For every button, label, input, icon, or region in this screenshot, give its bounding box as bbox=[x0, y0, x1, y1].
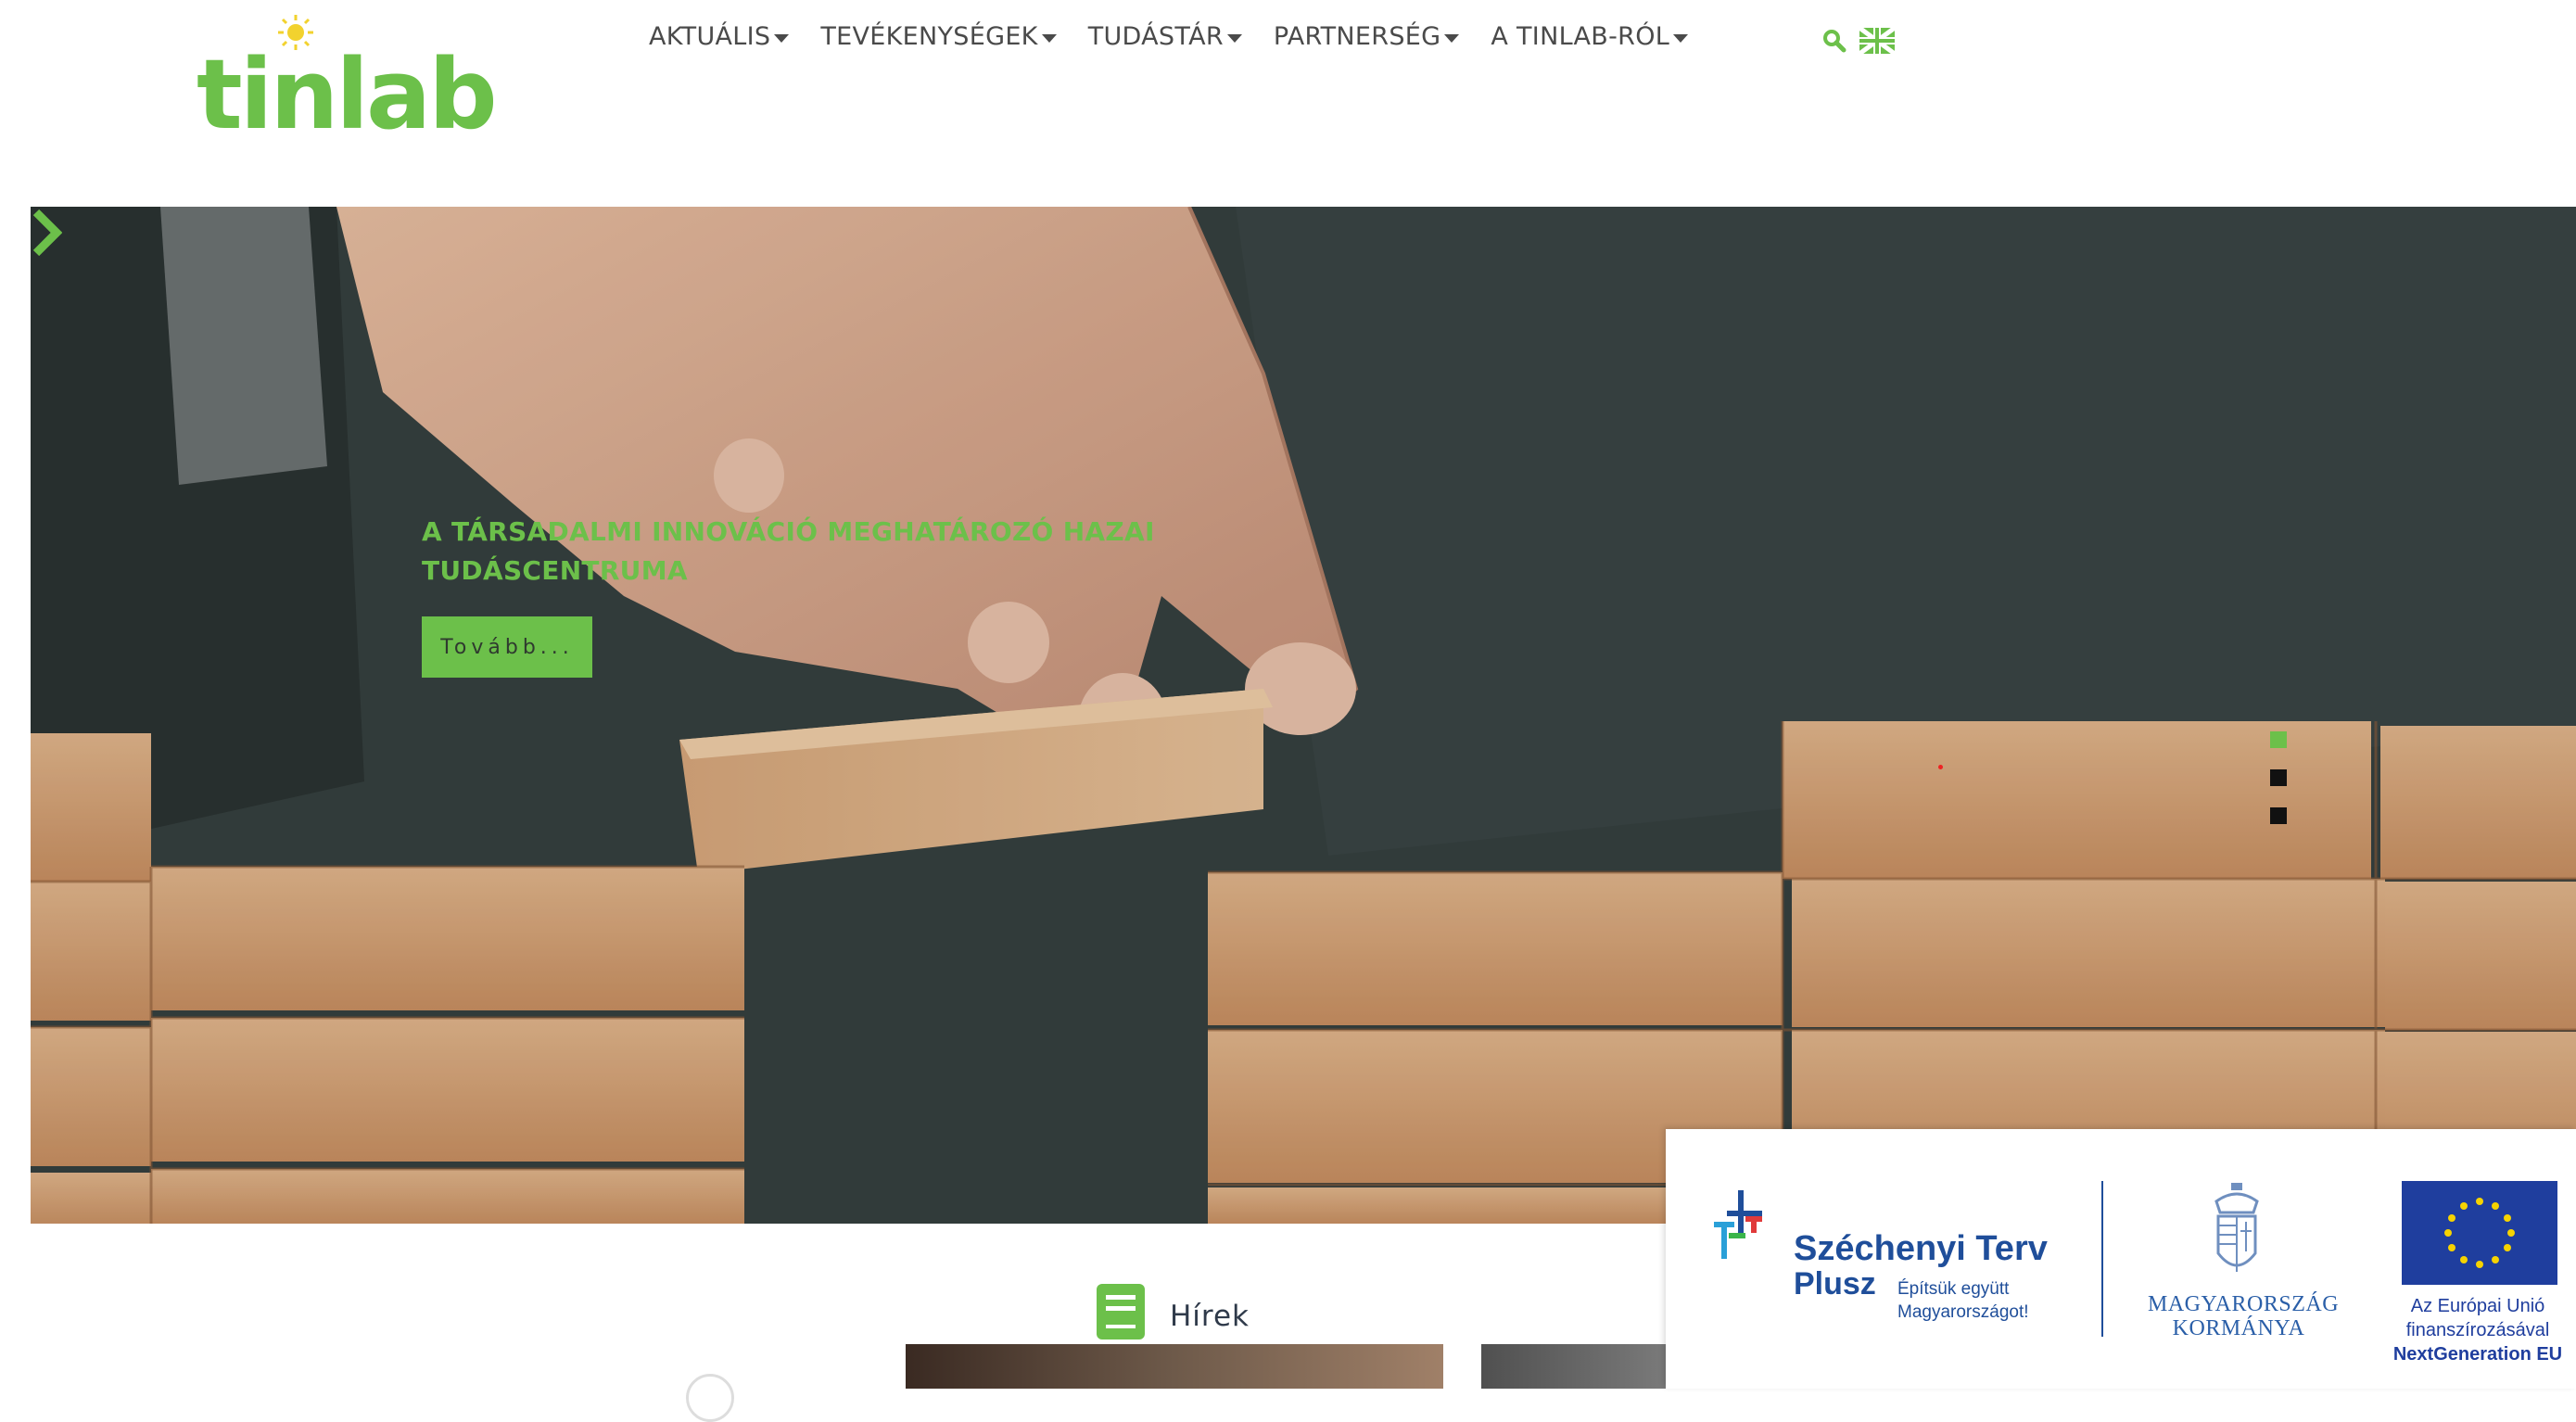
caret-down-icon bbox=[1444, 34, 1460, 43]
nav-item-aktualis[interactable]: AKTUÁLIS bbox=[649, 22, 790, 51]
eu-flag-icon bbox=[2402, 1181, 2557, 1285]
caret-down-icon bbox=[1041, 34, 1057, 43]
szechenyi-tagline: Építsük együtt Magyarországot! bbox=[1897, 1277, 2083, 1324]
eu-line2: finanszírozásával bbox=[2405, 1320, 2550, 1340]
nav-label: AKTUÁLIS bbox=[649, 22, 771, 51]
hero-slider: A TÁRSADALMI INNOVÁCIÓ MEGHATÁROZÓ HAZAI… bbox=[31, 207, 2576, 1224]
tinlab-logo[interactable]: tinlab bbox=[197, 15, 523, 159]
slider-dot-3[interactable] bbox=[2270, 807, 2287, 824]
more-button[interactable]: Tovább... bbox=[422, 616, 592, 678]
hero-title: A TÁRSADALMI INNOVÁCIÓ MEGHATÁROZÓ HAZAI… bbox=[422, 513, 1256, 590]
scroll-circle bbox=[686, 1374, 734, 1422]
red-dot bbox=[1938, 765, 1943, 769]
eu-line3: NextGeneration EU bbox=[2392, 1344, 2563, 1365]
book-icon bbox=[1097, 1284, 1145, 1339]
szechenyi-plusz-logo-icon bbox=[1714, 1190, 1762, 1259]
uk-flag-icon[interactable] bbox=[1859, 28, 1895, 54]
nav-label: TUDÁSTÁR bbox=[1087, 22, 1224, 51]
nav-item-a-tinlab-rol[interactable]: A TINLAB-RÓL bbox=[1491, 22, 1689, 51]
chevron-right-icon[interactable] bbox=[31, 207, 62, 259]
news-thumbnail[interactable] bbox=[1481, 1344, 1667, 1389]
slider-dot-2[interactable] bbox=[2270, 769, 2287, 786]
sponsor-panel[interactable]: Széchenyi Terv Plusz Építsük együtt Magy… bbox=[1666, 1129, 2576, 1389]
news-title: Hírek bbox=[1170, 1300, 1250, 1333]
hero-title-line1: A TÁRSADALMI INNOVÁCIÓ MEGHATÁROZÓ HAZAI bbox=[422, 516, 1155, 547]
gov-line2: KORMÁNYA bbox=[2172, 1316, 2305, 1340]
caret-down-icon bbox=[1673, 34, 1689, 43]
caret-down-icon bbox=[774, 34, 790, 43]
eu-line1: Az Európai Unió bbox=[2410, 1296, 2545, 1316]
nav-label: PARTNERSÉG bbox=[1273, 22, 1441, 51]
szechenyi-name: Széchenyi Terv bbox=[1794, 1229, 2048, 1268]
nav-label: A TINLAB-RÓL bbox=[1491, 22, 1670, 51]
hungarian-crest-icon bbox=[2214, 1183, 2259, 1272]
szechenyi-tagline-1: Építsük együtt bbox=[1897, 1279, 2010, 1299]
eu-funding-text: Az Európai Unió finanszírozásával NextGe… bbox=[2379, 1294, 2576, 1366]
government-text: MAGYARORSZÁG KORMÁNYA bbox=[2148, 1292, 2340, 1340]
nav-label: TEVÉKENYSÉGEK bbox=[820, 22, 1038, 51]
sponsor-divider bbox=[2101, 1181, 2103, 1337]
caret-down-icon bbox=[1226, 34, 1242, 43]
logo-text: tinlab bbox=[197, 38, 498, 151]
main-nav: AKTUÁLIS TEVÉKENYSÉGEK TUDÁSTÁR PARTNERS… bbox=[649, 22, 1719, 51]
nav-item-tudastar[interactable]: TUDÁSTÁR bbox=[1088, 22, 1242, 51]
szechenyi-plusz: Plusz bbox=[1794, 1266, 1876, 1301]
nav-item-partnerseg[interactable]: PARTNERSÉG bbox=[1273, 22, 1460, 51]
hero-title-line2: TUDÁSCENTRUMA bbox=[422, 555, 688, 586]
slider-dot-1[interactable] bbox=[2270, 731, 2287, 748]
hero-image bbox=[31, 207, 2576, 1224]
news-thumbnail[interactable] bbox=[906, 1344, 1443, 1389]
nav-item-tevekenysegek[interactable]: TEVÉKENYSÉGEK bbox=[820, 22, 1057, 51]
search-icon[interactable] bbox=[1822, 29, 1846, 53]
slider-dots bbox=[2270, 731, 2287, 845]
szechenyi-tagline-2: Magyarországot! bbox=[1897, 1302, 2029, 1322]
gov-line1: MAGYARORSZÁG bbox=[2148, 1292, 2340, 1316]
